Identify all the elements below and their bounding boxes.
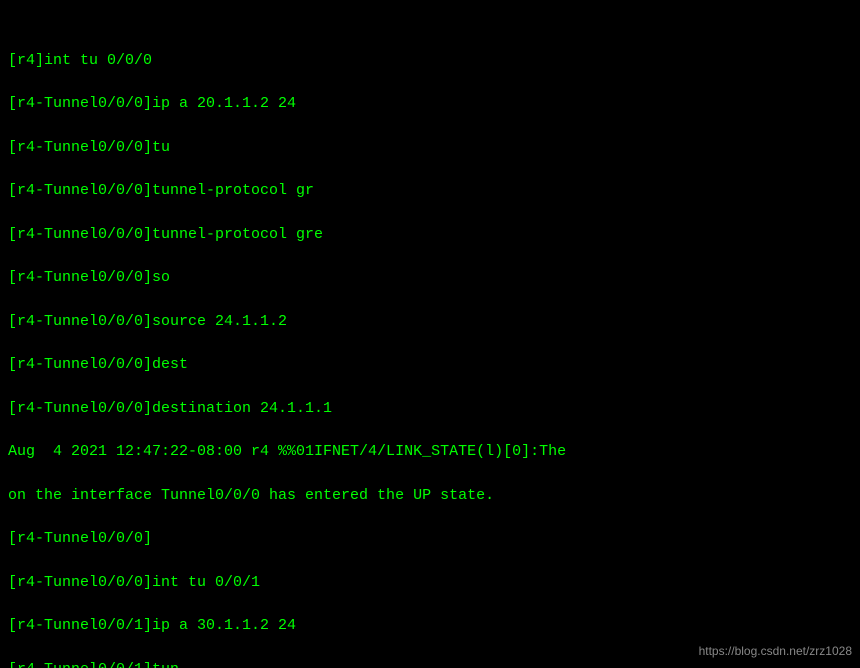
terminal-line: [r4-Tunnel0/0/0]destination 24.1.1.1 (8, 398, 852, 420)
terminal-line: [r4-Tunnel0/0/0]tunnel-protocol gr (8, 180, 852, 202)
terminal-line: [r4]int tu 0/0/0 (8, 50, 852, 72)
terminal-output: [r4]int tu 0/0/0 [r4-Tunnel0/0/0]ip a 20… (8, 50, 852, 668)
terminal-line: on the interface Tunnel0/0/0 has entered… (8, 485, 852, 507)
terminal-line: [r4-Tunnel0/0/0]int tu 0/0/1 (8, 572, 852, 594)
terminal-line: [r4-Tunnel0/0/0]so (8, 267, 852, 289)
terminal-line: [r4-Tunnel0/0/0]dest (8, 354, 852, 376)
terminal-line: [r4-Tunnel0/0/0]ip a 20.1.1.2 24 (8, 93, 852, 115)
terminal-line: [r4-Tunnel0/0/0] (8, 528, 852, 550)
terminal-line: [r4-Tunnel0/0/0]source 24.1.1.2 (8, 311, 852, 333)
terminal-line: [r4-Tunnel0/0/0]tunnel-protocol gre (8, 224, 852, 246)
watermark: https://blog.csdn.net/zrz1028 (699, 643, 852, 660)
terminal-line: Aug 4 2021 12:47:22-08:00 r4 %%01IFNET/4… (8, 441, 852, 463)
terminal: [r4]int tu 0/0/0 [r4-Tunnel0/0/0]ip a 20… (0, 0, 860, 668)
terminal-line: [r4-Tunnel0/0/1]ip a 30.1.1.2 24 (8, 615, 852, 637)
terminal-line: [r4-Tunnel0/0/0]tu (8, 137, 852, 159)
